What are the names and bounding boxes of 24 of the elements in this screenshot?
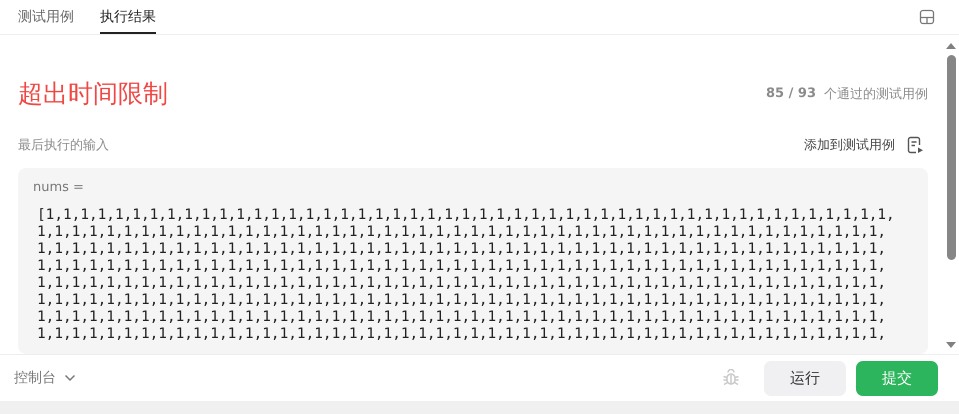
- code-line: 1,1,1,1,1,1,1,1,1,1,1,1,1,1,1,1,1,1,1,1,1,1,1,1,1,1,1,1,1,1,1,1,1,1,1,1,1,1,1,1,1,1,1,1,1,1,1,1,1,: [37, 258, 888, 275]
- chevron-down-icon[interactable]: [64, 374, 76, 382]
- document-play-icon[interactable]: [907, 136, 924, 154]
- scroll-up-arrow-icon[interactable]: [946, 43, 956, 49]
- code-line: 1,1,1,1,1,1,1,1,1,1,1,1,1,1,1,1,1,1,1,1,1,1,1,1,1,1,1,1,1,1,1,1,1,1,1,1,1,1,1,1,1,1,1,1,1,1,1,1,1,: [37, 224, 888, 241]
- scrollbar-thumb[interactable]: [946, 55, 956, 260]
- console-toggle[interactable]: 控制台: [14, 369, 76, 387]
- code-line: [1,1,1,1,1,1,1,1,1,1,1,1,1,1,1,1,1,1,1,1,1,1,1,1,1,1,1,1,1,1,1,1,1,1,1,1,1,1,1,1,1,1,1,1,1,1,1,1,1,: [37, 207, 896, 224]
- scroll-down-arrow-icon[interactable]: [946, 342, 956, 348]
- code-line: 1,1,1,1,1,1,1,1,1,1,1,1,1,1,1,1,1,1,1,1,1,1,1,1,1,1,1,1,1,1,1,1,1,1,1,1,1,1,1,1,1,1,1,1,1,1,1,1,1,: [37, 292, 888, 309]
- section-label: 最后执行的输入: [18, 137, 109, 154]
- code-line: 1,1,1,1,1,1,1,1,1,1,1,1,1,1,1,1,1,1,1,1,1,1,1,1,1,1,1,1,1,1,1,1,1,1,1,1,1,1,1,1,1,1,1,1,1,1,1,1,1,: [37, 326, 888, 343]
- layout-icon[interactable]: [919, 9, 935, 25]
- passed-label: 个通过的测试用例: [824, 86, 928, 102]
- run-button[interactable]: 运行: [764, 360, 846, 396]
- code-line: 1,1,1,1,1,1,1,1,1,1,1,1,1,1,1,1,1,1,1,1,1,1,1,1,1,1,1,1,1,1,1,1,1,1,1,1,1,1,1,1,1,1,1,1,1,1,1,1,1,: [37, 275, 888, 292]
- passed-count: 85 / 93: [766, 86, 816, 101]
- variable-name: nums =: [33, 180, 85, 195]
- tab[interactable]: 测试用例: [18, 0, 74, 34]
- tab[interactable]: 执行结果: [100, 0, 156, 34]
- result-status: 超出时间限制: [18, 78, 168, 110]
- code-line: 1,1,1,1,1,1,1,1,1,1,1,1,1,1,1,1,1,1,1,1,1,1,1,1,1,1,1,1,1,1,1,1,1,1,1,1,1,1,1,1,1,1,1,1,1,1,1,1,1,: [37, 309, 888, 326]
- add-testcase-link[interactable]: 添加到测试用例: [804, 136, 895, 154]
- code-line: 1,1,1,1,1,1,1,1,1,1,1,1,1,1,1,1,1,1,1,1,1,1,1,1,1,1,1,1,1,1,1,1,1,1,1,1,1,1,1,1,1,1,1,1,1,1,1,1,1,: [37, 241, 888, 258]
